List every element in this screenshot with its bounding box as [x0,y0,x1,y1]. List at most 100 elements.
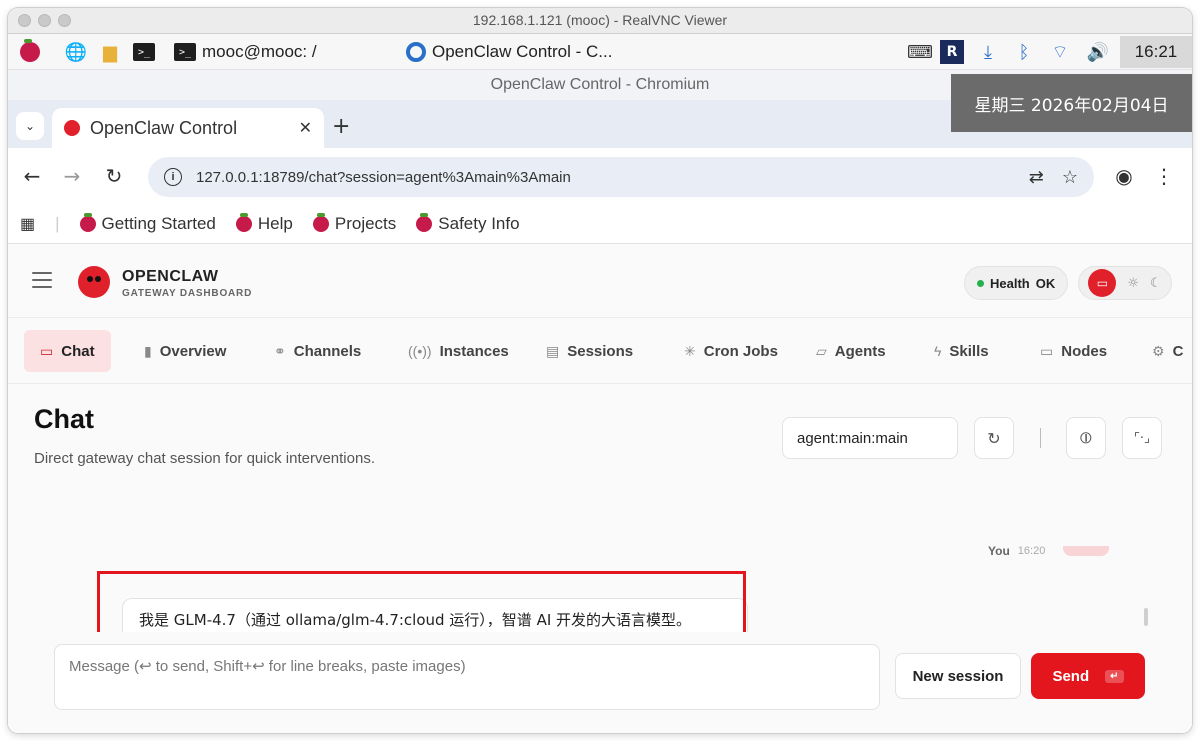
tab-overview[interactable]: ▮ Overview [128,330,242,372]
bookmarks-bar: ▦ | Getting Started Help Projects Safety… [8,204,1192,244]
refresh-button[interactable]: ↻ [974,417,1014,459]
keyboard-icon[interactable]: ⌨ [907,40,933,64]
tab-title: OpenClaw Control [90,117,238,138]
bluetooth-icon[interactable]: ᛒ [1012,40,1036,64]
wifi-icon[interactable]: ⌔ [1048,40,1072,64]
close-icon[interactable]: ✕ [299,118,312,138]
refresh-icon: ↻ [987,428,1001,448]
volume-icon[interactable]: 🔊 [1086,40,1110,64]
moon-theme-icon[interactable]: ☾ [1150,276,1162,291]
taskbar-clock[interactable]: 16:21 [1120,36,1192,68]
tab-label: Sessions [567,342,634,360]
theme-toggle: ▭ ☼ ☾ [1078,266,1172,300]
tab-search-button[interactable]: ⌄ [16,112,44,140]
star-icon[interactable]: ☆ [1062,167,1078,188]
tab-label: Skills [949,342,989,360]
folder-icon: ▱ [816,342,827,359]
address-bar[interactable]: i 127.0.0.1:18789/chat?session=agent%3Am… [148,157,1094,197]
taskbar-terminal-task[interactable]: >_ mooc@mooc: / [174,38,317,66]
apps-grid-icon[interactable]: ▦ [20,214,35,234]
zap-icon: ϟ [934,343,942,359]
taskbar-browser-task[interactable]: OpenClaw Control - C... [406,38,612,66]
message-input[interactable]: Message (↩ to send, Shift+↩ for line bre… [54,644,880,710]
health-status: OK [1035,275,1056,291]
brand-subtitle: GATEWAY DASHBOARD [122,288,253,299]
tab-channels[interactable]: ⚭ Channels [258,330,377,372]
loader-icon: ✳ [684,342,696,359]
toolbar-divider [1040,428,1041,448]
user-timestamp: 16:20 [1017,545,1046,557]
document-icon: ▤ [546,342,560,359]
vnc-window: 192.168.1.121 (mooc) - RealVNC Viewer 🌐 … [8,8,1192,733]
tab-sessions[interactable]: ▤ Sessions [530,330,649,372]
hamburger-menu-icon[interactable] [32,272,52,288]
browser-tab[interactable]: OpenClaw Control ✕ [52,108,324,148]
chat-scrollbar[interactable] [1144,608,1148,626]
mac-titlebar: 192.168.1.121 (mooc) - RealVNC Viewer [8,8,1192,34]
bookmark-help[interactable]: Help [235,212,293,234]
tab-config[interactable]: ⚙ C [1136,330,1192,372]
tab-cron-jobs[interactable]: ✳ Cron Jobs [668,330,794,372]
tab-skills[interactable]: ϟ Skills [918,330,1005,372]
tab-label: Overview [159,342,227,360]
site-info-icon[interactable]: i [164,168,182,186]
brain-icon: ⦶ [1080,428,1092,447]
gear-icon: ⚙ [1152,342,1165,359]
translate-icon[interactable]: ⇄ [1029,167,1044,188]
browser-toolbar: ← → ↻ i 127.0.0.1:18789/chat?session=age… [8,148,1192,204]
url-text: 127.0.0.1:18789/chat?session=agent%3Amai… [196,168,571,186]
brand-name: OPENCLAW [122,268,219,285]
reload-icon[interactable]: ↻ [102,164,126,188]
bookmark-label: Help [257,213,293,233]
new-session-button[interactable]: New session [895,653,1021,699]
download-icon[interactable]: ⤓ [976,40,1000,64]
terminal-icon[interactable]: >_ [132,40,156,64]
brand: OPENCLAW GATEWAY DASHBOARD [122,268,252,299]
tab-chat[interactable]: ▭ Chat [24,330,111,372]
tab-label: Nodes [1061,342,1108,360]
tab-instances[interactable]: ((•)) Instances [392,330,525,372]
folder-icon[interactable]: ▆ [98,40,122,64]
taskbar-browser-label: OpenClaw Control - C... [432,42,613,61]
window-title: 192.168.1.121 (mooc) - RealVNC Viewer [472,12,728,28]
forward-icon[interactable]: → [60,164,84,188]
send-label: Send [1052,667,1090,685]
bookmark-getting-started[interactable]: Getting Started [79,212,216,234]
globe-icon[interactable]: 🌐 [64,40,88,64]
back-icon[interactable]: ← [20,164,44,188]
sun-theme-icon[interactable]: ☼ [1127,276,1139,291]
thinking-toggle-button[interactable]: ⦶ [1066,417,1106,459]
send-button[interactable]: Send ↵ [1031,653,1145,699]
page-title: Chat [34,404,94,434]
user-message-meta: You 16:20 [988,544,1110,558]
raspberry-icon [235,212,252,232]
user-label: You [988,544,1010,558]
raspberry-icon [416,212,433,232]
enter-key-icon: ↵ [1105,669,1124,683]
session-key-field[interactable]: agent:main:main [782,417,958,459]
raspberry-menu-icon[interactable] [18,39,42,64]
focus-icon: ⌜·⌟ [1133,430,1151,446]
health-badge[interactable]: Health OK [964,266,1069,300]
chevron-down-icon: ⌄ [24,119,36,133]
tab-label: Cron Jobs [703,342,778,360]
tab-agents[interactable]: ▱ Agents [800,330,902,372]
profile-icon[interactable]: ◉ [1112,164,1136,188]
monitor-theme-icon[interactable]: ▭ [1088,269,1117,297]
realvnc-icon[interactable]: R [940,40,964,64]
tab-nodes[interactable]: ▭ Nodes [1024,330,1123,372]
app-header: OPENCLAW GATEWAY DASHBOARD Health OK ▭ ☼… [8,244,1192,318]
bookmark-projects[interactable]: Projects [312,212,396,234]
chat-bubble-icon: ▭ [40,342,54,359]
bookmark-safety-info[interactable]: Safety Info [416,212,520,234]
new-tab-button[interactable]: + [332,114,350,139]
health-dot-icon [977,279,984,287]
composer: Message (↩ to send, Shift+↩ for line bre… [8,632,1192,733]
taskbar-terminal-label: mooc@mooc: / [202,42,317,61]
terminal-icon: >_ [174,43,196,61]
menu-kebab-icon[interactable]: ⋮ [1152,164,1176,188]
health-label: Health [990,275,1030,291]
pi-taskbar: 🌐 ▆ >_ >_ mooc@mooc: / OpenClaw Control … [8,34,1192,70]
focus-mode-button[interactable]: ⌜·⌟ [1122,417,1162,459]
bookmark-label: Getting Started [101,213,216,233]
